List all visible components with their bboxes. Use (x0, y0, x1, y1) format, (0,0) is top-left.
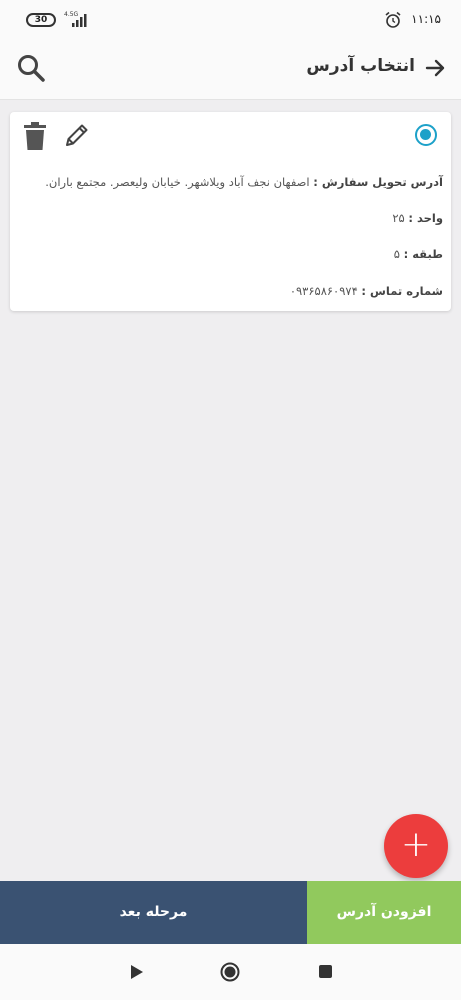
phone-label: شماره تماس : (361, 284, 443, 298)
delete-icon[interactable] (24, 122, 46, 150)
battery-icon: 30 (26, 13, 56, 27)
nav-home-icon[interactable] (220, 962, 240, 982)
add-fab-button[interactable]: + (384, 814, 448, 878)
phone-line: شماره تماس : ۰۹۳۶۵۸۶۰۹۷۴ (290, 284, 443, 298)
nav-back-icon[interactable] (130, 964, 144, 980)
unit-line: واحد : ۲۵ (392, 211, 443, 225)
address-radio-selected[interactable] (415, 124, 437, 146)
search-icon[interactable] (16, 53, 46, 83)
next-step-button[interactable]: مرحله بعد (0, 881, 307, 944)
alarm-icon (385, 11, 401, 28)
page-title: انتخاب آدرس (306, 56, 415, 76)
floor-value: ۵ (393, 247, 400, 261)
system-nav-bar (0, 944, 461, 1000)
phone-value: ۰۹۳۶۵۸۶۰۹۷۴ (289, 284, 358, 298)
address-value: اصفهان نجف آباد ویلاشهر. خیابان ولیعصر. … (45, 175, 310, 189)
back-arrow-icon[interactable] (423, 56, 447, 80)
signal-icon (72, 14, 87, 27)
floor-label: طبقه : (403, 247, 443, 261)
nav-recents-icon[interactable] (319, 965, 332, 978)
clock: ۱۱:۱۵ (411, 12, 441, 26)
unit-value: ۲۵ (392, 211, 405, 225)
edit-icon[interactable] (64, 122, 90, 148)
add-address-button[interactable]: افزودن آدرس (307, 881, 461, 944)
floor-line: طبقه : ۵ (394, 247, 443, 261)
status-bar: 30 4.5G ۱۱:۱۵ (0, 0, 461, 40)
address-label: آدرس تحویل سفارش : (313, 175, 443, 189)
app-header: انتخاب آدرس (0, 40, 461, 100)
address-card[interactable]: آدرس تحویل سفارش : اصفهان نجف آباد ویلاش… (10, 112, 451, 311)
unit-label: واحد : (408, 211, 443, 225)
address-line: آدرس تحویل سفارش : اصفهان نجف آباد ویلاش… (45, 175, 443, 189)
